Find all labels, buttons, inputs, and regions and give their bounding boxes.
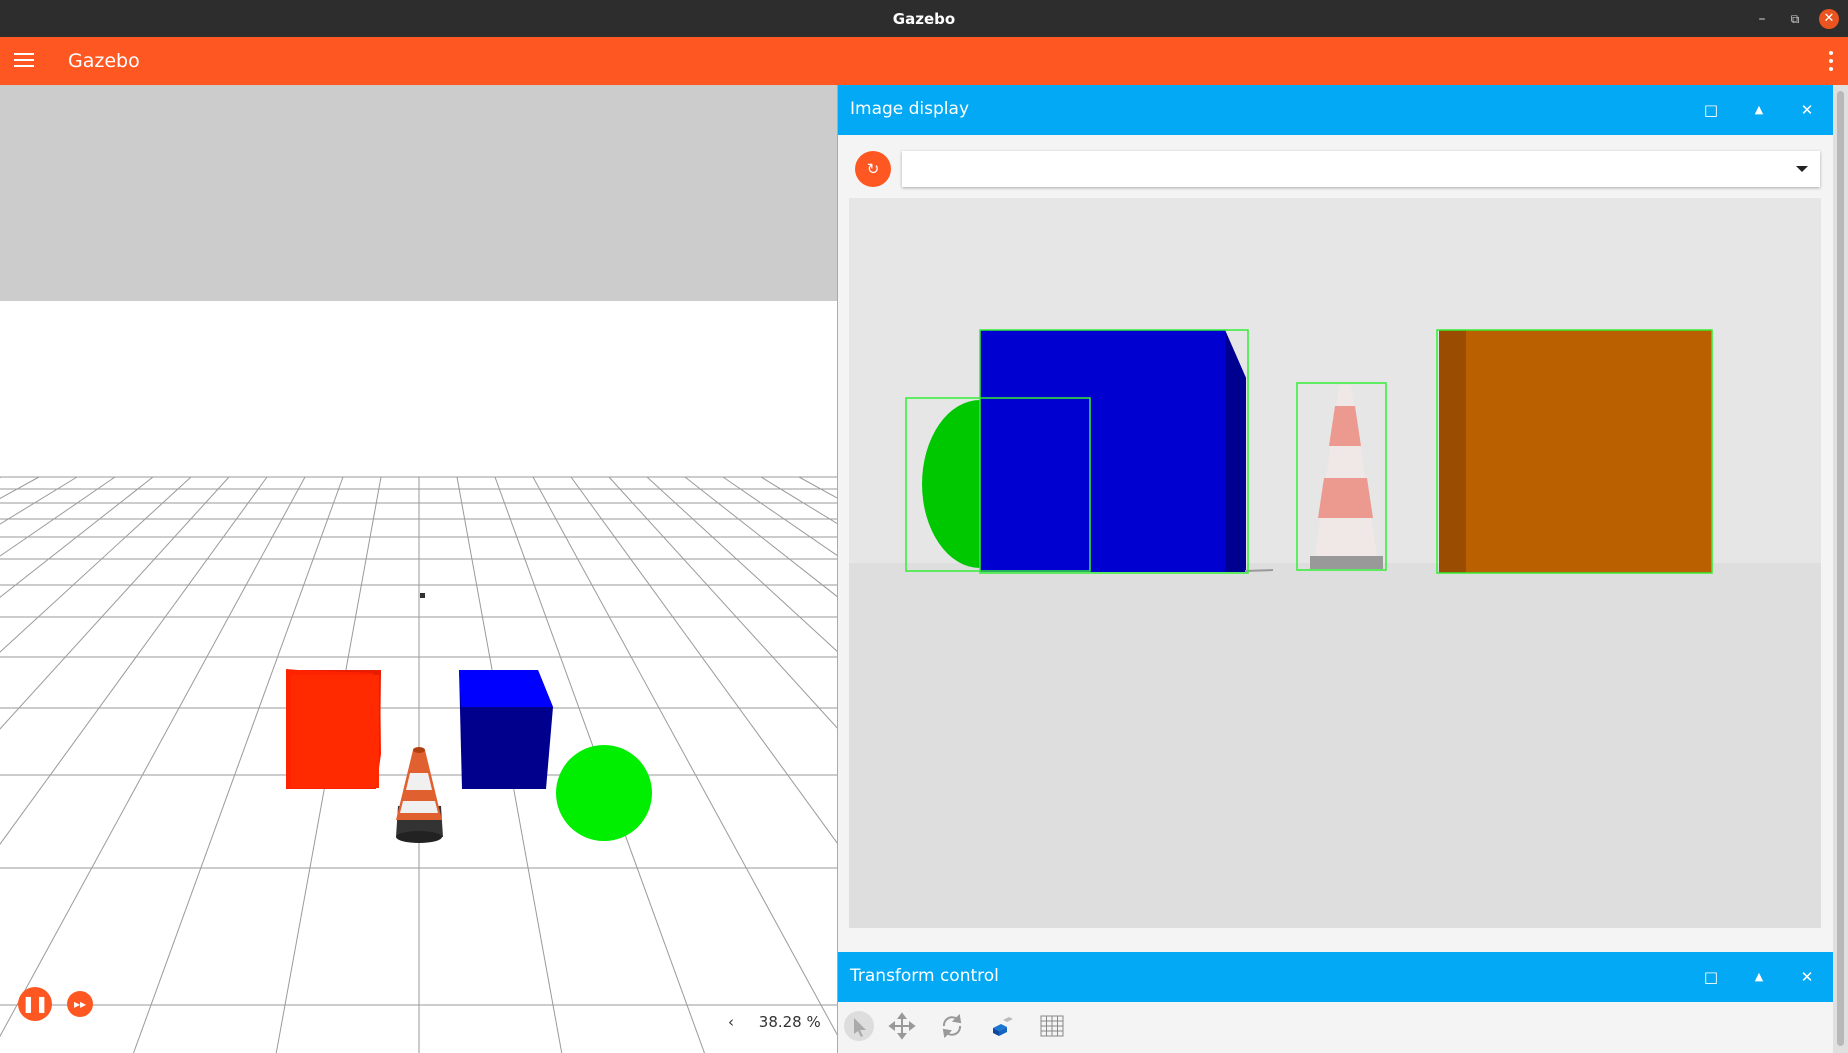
snap-icon[interactable] <box>987 1011 1017 1041</box>
scene-3d-view[interactable]: ❚❚ ▸▸ ‹ 38.28 % <box>0 85 838 1053</box>
pause-button[interactable]: ❚❚ <box>18 987 52 1021</box>
window-title: Gazebo <box>892 10 956 28</box>
green-sphere[interactable] <box>556 745 652 841</box>
transform-control-header: Transform control □ ▲ ✕ <box>838 952 1833 1002</box>
app-title: Gazebo <box>68 50 140 72</box>
translate-icon[interactable] <box>887 1011 917 1041</box>
maximize-icon[interactable]: □ <box>1700 99 1722 121</box>
real-time-factor: ‹ 38.28 % <box>728 1013 821 1031</box>
grid-icon[interactable] <box>1037 1011 1067 1041</box>
transform-control-title: Transform control <box>850 966 999 986</box>
app-bar: Gazebo <box>0 37 1848 85</box>
image-display-header: Image display □ ▲ ✕ <box>838 85 1833 135</box>
rotate-icon[interactable] <box>937 1011 967 1041</box>
select-icon[interactable] <box>844 1011 874 1041</box>
image-display-title: Image display <box>850 99 970 119</box>
collapse-icon[interactable]: ▲ <box>1748 99 1770 121</box>
refresh-button[interactable]: ↻ <box>855 151 891 187</box>
collapse-icon[interactable]: ▲ <box>1748 966 1770 988</box>
kebab-menu-icon[interactable] <box>1828 51 1834 73</box>
real-time-factor-value: 38.28 % <box>758 1013 821 1031</box>
right-dock: Image display □ ▲ ✕ ↻ Transform control … <box>838 85 1833 1053</box>
panel-close-icon[interactable]: ✕ <box>1796 966 1818 988</box>
image-topic-select[interactable] <box>902 151 1820 187</box>
hamburger-menu-icon[interactable] <box>14 50 34 70</box>
transform-toolbar <box>838 1000 1833 1053</box>
restore-icon[interactable]: ⧉ <box>1785 9 1805 29</box>
chevron-down-icon <box>1796 166 1808 172</box>
red-box[interactable] <box>286 669 381 789</box>
step-forward-button[interactable]: ▸▸ <box>67 991 93 1017</box>
scrollbar-thumb[interactable] <box>1837 91 1844 1046</box>
window-close-icon[interactable]: ✕ <box>1819 9 1839 29</box>
camera-image <box>849 198 1821 928</box>
window-titlebar: Gazebo – ⧉ ✕ <box>0 0 1848 37</box>
blue-box[interactable] <box>459 670 553 789</box>
panel-close-icon[interactable]: ✕ <box>1796 99 1818 121</box>
minimize-icon[interactable]: – <box>1752 9 1772 29</box>
scene-render <box>0 85 837 1053</box>
maximize-icon[interactable]: □ <box>1700 966 1722 988</box>
rtf-collapse-icon[interactable]: ‹ <box>728 1013 734 1031</box>
dock-scrollbar[interactable] <box>1833 85 1848 1053</box>
